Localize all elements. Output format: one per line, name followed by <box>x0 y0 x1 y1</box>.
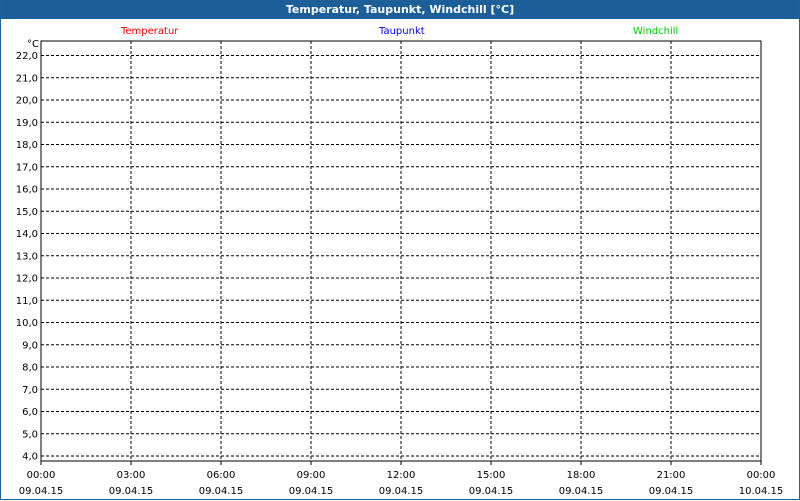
x-tick-time-label: 03:00 <box>117 470 146 481</box>
y-tick-label: 22,0 <box>16 51 38 62</box>
x-tick-time-label: 15:00 <box>477 470 506 481</box>
y-tick-label: 13,0 <box>16 251 38 262</box>
y-tick-label: 21,0 <box>16 73 38 84</box>
x-tick-date-label: 09.04.15 <box>379 486 424 497</box>
x-tick-time-label: 21:00 <box>657 470 686 481</box>
x-tick-date-label: 09.04.15 <box>19 486 64 497</box>
y-tick-label: 15,0 <box>16 207 38 218</box>
x-tick-time-label: 09:00 <box>297 470 326 481</box>
x-tick-date-label: 09.04.15 <box>109 486 154 497</box>
x-tick-time-label: 00:00 <box>27 470 56 481</box>
x-tick-date-label: 09.04.15 <box>649 486 694 497</box>
y-tick-label: 12,0 <box>16 274 38 285</box>
y-tick-label: 6,0 <box>22 407 38 418</box>
x-tick-date-label: 09.04.15 <box>559 486 604 497</box>
y-tick-label: 10,0 <box>16 318 38 329</box>
y-tick-label: 20,0 <box>16 96 38 107</box>
x-tick-date-label: 10.04.15 <box>739 486 784 497</box>
y-tick-label: 18,0 <box>16 140 38 151</box>
y-tick-label: 16,0 <box>16 185 38 196</box>
y-tick-label: 14,0 <box>16 229 38 240</box>
chart-plot: 4,0 5,0 6,0 7,0 8,0 9,0 10,0 11,0 12,0 13,0 14,0 15… <box>16 40 784 497</box>
chart-window: Temperatur, Taupunkt, Windchill [°C] Tem… <box>0 0 800 500</box>
x-tick-time-label: 18:00 <box>567 470 596 481</box>
x-tick-time-label: 00:00 <box>747 470 776 481</box>
x-tick-time-label: 12:00 <box>387 470 416 481</box>
y-tick-label: 7,0 <box>22 385 38 396</box>
y-tick-label: 9,0 <box>22 340 38 351</box>
x-tick-date-label: 09.04.15 <box>289 486 334 497</box>
y-tick-label: 17,0 <box>16 162 38 173</box>
y-tick-label: 8,0 <box>22 363 38 374</box>
x-tick-date-label: 09.04.15 <box>469 486 514 497</box>
y-tick-label: 5,0 <box>22 429 38 440</box>
y-tick-label: 4,0 <box>22 452 38 463</box>
y-tick-label: 19,0 <box>16 118 38 129</box>
x-tick-date-label: 09.04.15 <box>199 486 244 497</box>
y-tick-label: 11,0 <box>16 296 38 307</box>
x-tick-time-label: 06:00 <box>207 470 236 481</box>
